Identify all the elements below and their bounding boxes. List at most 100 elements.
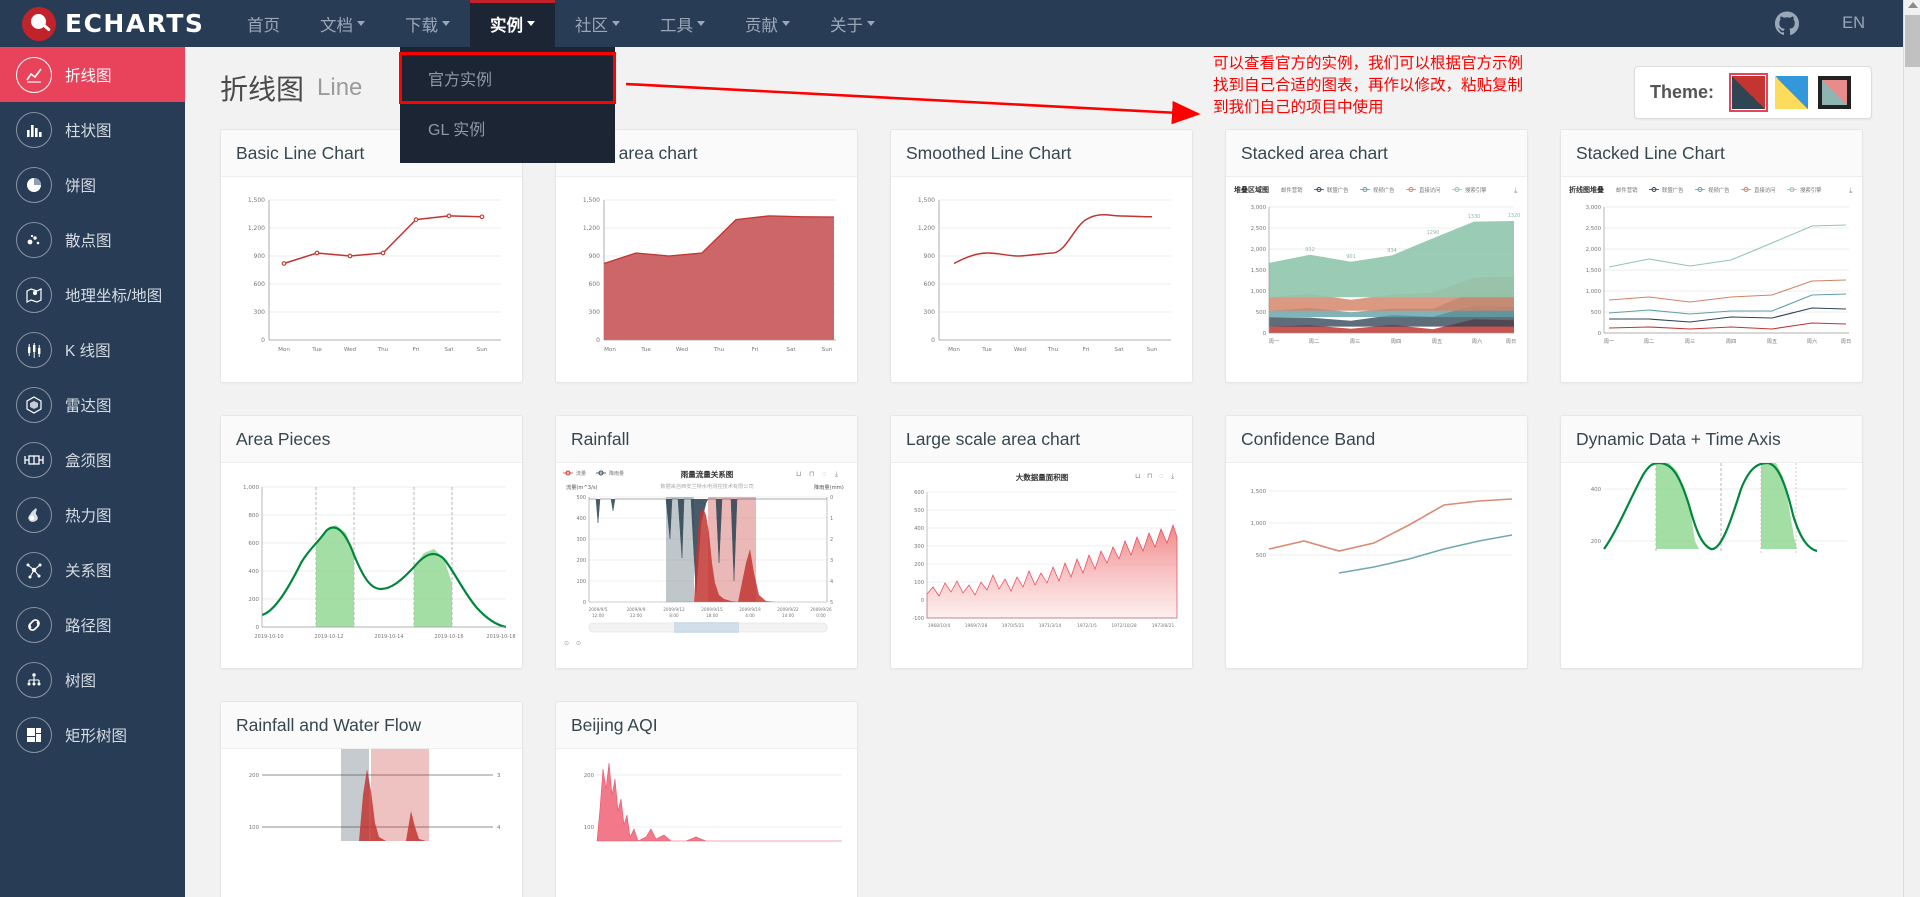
- dropdown-item-label: GL 实例: [428, 122, 486, 139]
- svg-text:2009/9/22: 2009/9/22: [777, 607, 799, 612]
- nav-item-docs[interactable]: 文档: [300, 0, 385, 47]
- examples-dropdown-menu: 官方实例 GL 实例: [399, 47, 616, 163]
- nav-item-label: 社区: [575, 16, 608, 35]
- svg-text:14:00: 14:00: [782, 613, 794, 618]
- chevron-down-icon: [697, 21, 705, 26]
- svg-text:Thu: Thu: [377, 347, 389, 353]
- svg-text:3,000: 3,000: [1586, 205, 1602, 211]
- example-card[interactable]: Basic Line Chart 1,500 1,200 900 600 300 0: [220, 129, 523, 383]
- nav-item-home[interactable]: 首页: [227, 0, 300, 47]
- sidebar-item-label: 饼图: [65, 177, 97, 195]
- theme-swatch-light[interactable]: [1775, 76, 1808, 109]
- svg-text:500: 500: [1591, 310, 1602, 316]
- nav-item-label: 首页: [247, 16, 280, 35]
- sidebar-item-graph[interactable]: 关系图: [0, 542, 185, 597]
- svg-text:Sat: Sat: [786, 347, 796, 353]
- svg-text:降雨量(mm): 降雨量(mm): [814, 483, 844, 491]
- sidebar-item-label: 路径图: [65, 617, 112, 635]
- chart-preview-smoothed-line: 1,500 1,200 900 600 300 0 Mon Tue Wed Thu: [891, 177, 1192, 382]
- scroll-up-arrow-icon[interactable]: [1908, 2, 1918, 8]
- nav-item-about[interactable]: 关于: [810, 0, 895, 47]
- nav-item-label: 实例: [490, 16, 523, 35]
- chart-type-sidebar[interactable]: 折线图 柱状图 饼图 散点图 地理坐标/地图 K 线图 雷达图 盒须图 热力图 …: [0, 47, 185, 897]
- chevron-down-icon: [357, 21, 365, 26]
- example-card-grid: Basic Line Chart 1,500 1,200 900 600 300 0: [185, 129, 1920, 897]
- chart-preview-area-pieces: 1,000 800 600 400 200 0 2019-10-10 2019-…: [221, 463, 522, 668]
- chart-subtitle: 数据来自西安兰特水电测控技术有限公司: [660, 482, 753, 490]
- svg-text:0: 0: [255, 625, 259, 631]
- sidebar-item-scatter[interactable]: 散点图: [0, 212, 185, 267]
- sidebar-item-treemap[interactable]: 矩形树图: [0, 707, 185, 762]
- example-card[interactable]: Confidence Band 1,500 1,000 500: [1225, 415, 1528, 669]
- svg-text:2,000: 2,000: [1586, 247, 1602, 253]
- map-icon: [16, 276, 52, 313]
- svg-text:Sat: Sat: [444, 347, 454, 353]
- page-title-en: Line: [317, 74, 363, 101]
- chevron-down-icon: [782, 21, 790, 26]
- dropdown-item-label: 官方实例: [428, 72, 493, 89]
- graph-icon: [16, 551, 52, 588]
- sidebar-item-tree[interactable]: 树图: [0, 652, 185, 707]
- sidebar-item-line[interactable]: 折线图: [0, 47, 185, 102]
- svg-text:周四: 周四: [1726, 338, 1736, 345]
- example-card[interactable]: Area Pieces 1,000 800 600 400 200 0 2019…: [220, 415, 523, 669]
- example-card[interactable]: Rainfall 流量 降雨量 雨量流量关系图 数据来自西安兰特水电测控技术有限…: [555, 415, 858, 669]
- language-switch[interactable]: EN: [1842, 14, 1865, 33]
- sidebar-item-heatmap[interactable]: 热力图: [0, 487, 185, 542]
- svg-text:600: 600: [589, 281, 601, 288]
- nav-item-examples[interactable]: 实例: [470, 0, 555, 47]
- svg-text:周六: 周六: [1807, 337, 1817, 345]
- annotation-arrow: [625, 82, 1201, 125]
- nav-item-download[interactable]: 下载: [385, 0, 470, 47]
- brand-logo-link[interactable]: ECHARTS: [22, 6, 227, 41]
- example-card[interactable]: Large scale area chart 大数据量面积图 ⊔ ⊓ ◌ ⤓ 600: [890, 415, 1193, 669]
- chart-preview-stacked-line: 折线图堆叠 邮件营销 联盟广告 视频广告 直接访问 搜索引擎 ⤓ 3,000 2…: [1561, 177, 1862, 382]
- dropdown-item-gl-examples[interactable]: GL 实例: [400, 103, 615, 153]
- svg-text:邮件营销: 邮件营销: [1616, 186, 1638, 194]
- example-card[interactable]: Basic area chart 1,500 1,200 900 600 300 0: [555, 129, 858, 383]
- svg-text:Tue: Tue: [981, 347, 992, 353]
- sidebar-item-bar[interactable]: 柱状图: [0, 102, 185, 157]
- dropdown-item-official-examples[interactable]: 官方实例: [399, 52, 616, 104]
- svg-text:200: 200: [248, 597, 259, 603]
- theme-swatch-default[interactable]: [1729, 73, 1768, 112]
- chevron-down-icon: [527, 21, 535, 26]
- theme-swatch-dark[interactable]: [1818, 76, 1851, 109]
- svg-text:500: 500: [1256, 310, 1267, 316]
- github-icon[interactable]: [1774, 11, 1800, 37]
- sidebar-item-lines[interactable]: 路径图: [0, 597, 185, 652]
- svg-text:Wed: Wed: [1014, 347, 1027, 353]
- example-card[interactable]: Stacked area chart 堆叠区域图 邮件营销 联盟广告 视频广告 …: [1225, 129, 1528, 383]
- example-card[interactable]: Smoothed Line Chart 1,500 1,200 900 600 30…: [890, 129, 1193, 383]
- svg-text:Fri: Fri: [1083, 347, 1090, 353]
- sidebar-item-label: K 线图: [65, 342, 111, 360]
- card-title: Rainfall: [556, 416, 857, 463]
- svg-text:0: 0: [596, 337, 600, 344]
- svg-text:400: 400: [248, 569, 259, 575]
- example-card[interactable]: Beijing AQI 200 100: [555, 701, 858, 897]
- svg-text:直接访问: 直接访问: [1419, 186, 1441, 194]
- scrollbar-thumb[interactable]: [1905, 15, 1920, 67]
- sidebar-item-boxplot[interactable]: 盒须图: [0, 432, 185, 487]
- example-card[interactable]: Stacked Line Chart 折线图堆叠 邮件营销 联盟广告 视频广告 …: [1560, 129, 1863, 383]
- svg-text:200: 200: [576, 558, 586, 564]
- svg-text:0: 0: [830, 495, 833, 501]
- nav-item-contribute[interactable]: 贡献: [725, 0, 810, 47]
- sidebar-item-pie[interactable]: 饼图: [0, 157, 185, 212]
- card-title: Stacked area chart: [1226, 130, 1527, 177]
- sidebar-item-candlestick[interactable]: K 线图: [0, 322, 185, 377]
- svg-text:⊙: ⊙: [564, 641, 569, 647]
- svg-text:Thu: Thu: [713, 347, 725, 353]
- sidebar-item-map[interactable]: 地理坐标/地图: [0, 267, 185, 322]
- chart-preview-stacked-area: 堆叠区域图 邮件营销 联盟广告 视频广告 直接访问 搜索引擎 ⤓ 3,000 2…: [1226, 177, 1527, 382]
- example-card[interactable]: Rainfall and Water Flow 200 100 3 4: [220, 701, 523, 897]
- nav-item-tools[interactable]: 工具: [640, 0, 725, 47]
- sidebar-item-radar[interactable]: 雷达图: [0, 377, 185, 432]
- svg-text:搜索引擎: 搜索引擎: [1800, 186, 1822, 194]
- boxplot-icon: [16, 441, 52, 478]
- example-card[interactable]: Dynamic Data + Time Axis 400 200: [1560, 415, 1863, 669]
- nav-item-community[interactable]: 社区: [555, 0, 640, 47]
- vertical-scrollbar[interactable]: [1903, 0, 1920, 897]
- svg-text:1,500: 1,500: [583, 197, 600, 204]
- theme-label: Theme:: [1649, 82, 1714, 102]
